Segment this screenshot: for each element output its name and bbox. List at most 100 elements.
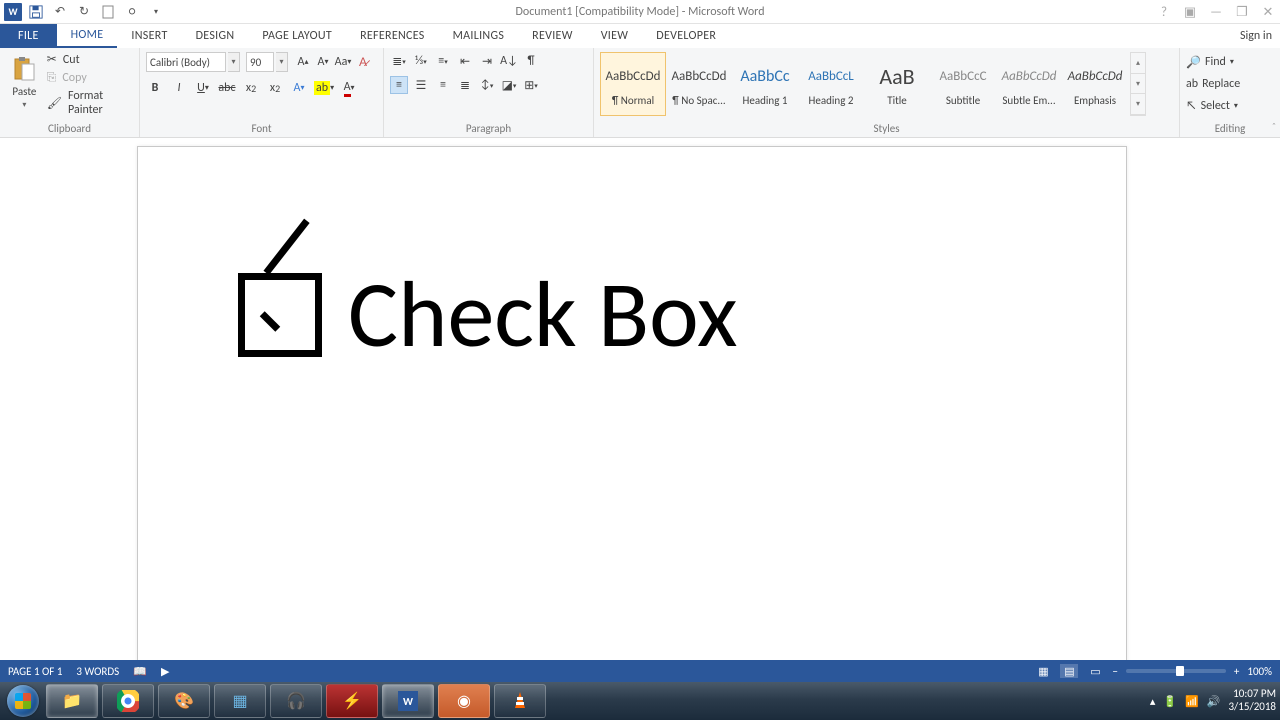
shrink-font-button[interactable]: A▾ [314,52,332,72]
strikethrough-button[interactable]: abc [218,78,236,98]
tab-insert[interactable]: INSERT [117,24,181,48]
tab-view[interactable]: VIEW [587,24,643,48]
spellcheck-icon[interactable]: 📖 [133,665,147,678]
new-blank-icon[interactable] [98,2,118,22]
close-icon[interactable]: ✕ [1258,2,1278,22]
wifi-icon[interactable]: 📶 [1185,695,1199,708]
tab-review[interactable]: REVIEW [518,24,587,48]
zoom-out-button[interactable]: − [1112,665,1117,678]
font-name-dropdown[interactable]: ▾ [228,52,240,72]
find-button[interactable]: 🔎Find▾ [1186,52,1234,72]
sign-in-link[interactable]: Sign in [1240,24,1272,48]
page-indicator[interactable]: PAGE 1 OF 1 [8,665,62,678]
font-size-input[interactable]: 90 [246,52,274,72]
clear-formatting-button[interactable]: A̷ [354,52,372,72]
select-button[interactable]: ↖Select▾ [1186,96,1238,116]
volume-icon[interactable]: 🔊 [1207,695,1221,708]
justify-button[interactable]: ≣ [456,76,474,94]
taskbar-vlc[interactable] [494,684,546,718]
style-subtle-emphasis[interactable]: AaBbCcDdSubtle Em... [996,52,1062,116]
zoom-level[interactable]: 100% [1247,665,1272,678]
windows-logo-icon [7,685,39,717]
tab-file[interactable]: FILE [0,24,57,48]
taskbar-explorer[interactable]: 📁 [46,684,98,718]
bullets-button[interactable]: ≣▾ [390,52,408,70]
style-normal[interactable]: AaBbCcDd¶ Normal [600,52,666,116]
superscript-button[interactable]: x2 [266,78,284,98]
word-app-icon[interactable]: W [4,3,22,21]
style-no-spacing[interactable]: AaBbCcDd¶ No Spac... [666,52,732,116]
style-subtitle[interactable]: AaBbCcCSubtitle [930,52,996,116]
numbering-button[interactable]: ⅓▾ [412,52,430,70]
read-mode-icon[interactable]: ▦ [1034,664,1052,678]
taskbar-flash[interactable]: ⚡ [326,684,378,718]
tab-mailings[interactable]: MAILINGS [439,24,519,48]
collapse-ribbon-icon[interactable]: ˆ [1272,120,1276,133]
styles-gallery-more[interactable]: ▴▾▾ [1130,52,1146,116]
replace-button[interactable]: abReplace [1186,74,1240,94]
taskbar-powerpoint[interactable]: ◉ [438,684,490,718]
restore-icon[interactable]: ❐ [1232,2,1252,22]
line-spacing-button[interactable]: ↕▾ [478,76,496,94]
touch-mode-icon[interactable]: ○ [122,2,142,22]
undo-icon[interactable]: ↶ [50,2,70,22]
ribbon-display-icon[interactable]: ▣ [1180,2,1200,22]
qat-customize-icon[interactable]: ▾ [146,2,166,22]
taskbar-word[interactable]: W [382,684,434,718]
tab-home[interactable]: HOME [57,24,118,48]
taskbar-headphones[interactable]: 🎧 [270,684,322,718]
increase-indent-button[interactable]: ⇥ [478,52,496,70]
tray-clock[interactable]: 10:07 PM 3/15/2018 [1228,688,1276,713]
multilevel-button[interactable]: ≡▾ [434,52,452,70]
save-icon[interactable] [26,2,46,22]
print-layout-icon[interactable]: ▤ [1060,664,1078,678]
decrease-indent-button[interactable]: ⇤ [456,52,474,70]
show-marks-button[interactable]: ¶ [522,52,540,70]
borders-button[interactable]: ⊞▾ [522,76,540,94]
minimize-icon[interactable]: — [1206,2,1226,22]
tab-design[interactable]: DESIGN [182,24,249,48]
style-emphasis[interactable]: AaBbCcDdEmphasis [1062,52,1128,116]
align-left-button[interactable]: ≡ [390,76,408,94]
style-title[interactable]: AaBTitle [864,52,930,116]
redo-icon[interactable]: ↻ [74,2,94,22]
zoom-in-button[interactable]: + [1234,665,1239,678]
font-size-dropdown[interactable]: ▾ [276,52,288,72]
tab-references[interactable]: REFERENCES [346,24,439,48]
font-name-input[interactable]: Calibri (Body) [146,52,226,72]
underline-button[interactable]: U▾ [194,78,212,98]
style-heading-1[interactable]: AaBbCcHeading 1 [732,52,798,116]
format-painter-button[interactable]: 🖌Format Painter [47,89,133,117]
bold-button[interactable]: B [146,78,164,98]
tray-expand-icon[interactable]: ▴ [1150,695,1156,708]
tab-developer[interactable]: DEVELOPER [642,24,730,48]
align-right-button[interactable]: ≡ [434,76,452,94]
macro-icon[interactable]: ▶ [161,665,169,678]
battery-icon[interactable]: 🔋 [1163,695,1177,708]
document-page[interactable]: Check Box [137,146,1127,660]
italic-button[interactable]: I [170,78,188,98]
font-color-button[interactable]: A▾ [340,78,358,98]
sort-button[interactable]: A↓ [500,52,518,70]
grow-font-button[interactable]: A▴ [294,52,312,72]
taskbar-chrome[interactable] [102,684,154,718]
document-content[interactable]: Check Box [238,257,738,372]
style-heading-2[interactable]: AaBbCcLHeading 2 [798,52,864,116]
taskbar-paint[interactable]: 🎨 [158,684,210,718]
word-count[interactable]: 3 WORDS [76,665,119,678]
start-button[interactable] [2,682,44,720]
text-effects-button[interactable]: A▾ [290,78,308,98]
taskbar-sticky-notes[interactable]: ▦ [214,684,266,718]
copy-button[interactable]: ⎘Copy [47,71,133,85]
web-layout-icon[interactable]: ▭ [1086,664,1104,678]
tab-page-layout[interactable]: PAGE LAYOUT [248,24,346,48]
highlight-button[interactable]: ab▾ [314,78,334,98]
help-icon[interactable]: ? [1154,2,1174,22]
paste-button[interactable]: Paste ▾ [6,52,43,112]
align-center-button[interactable]: ☰ [412,76,430,94]
cut-button[interactable]: ✂Cut [47,52,133,67]
zoom-slider[interactable] [1126,669,1226,673]
change-case-button[interactable]: Aa▾ [334,52,352,72]
subscript-button[interactable]: x2 [242,78,260,98]
shading-button[interactable]: ◪▾ [500,76,518,94]
